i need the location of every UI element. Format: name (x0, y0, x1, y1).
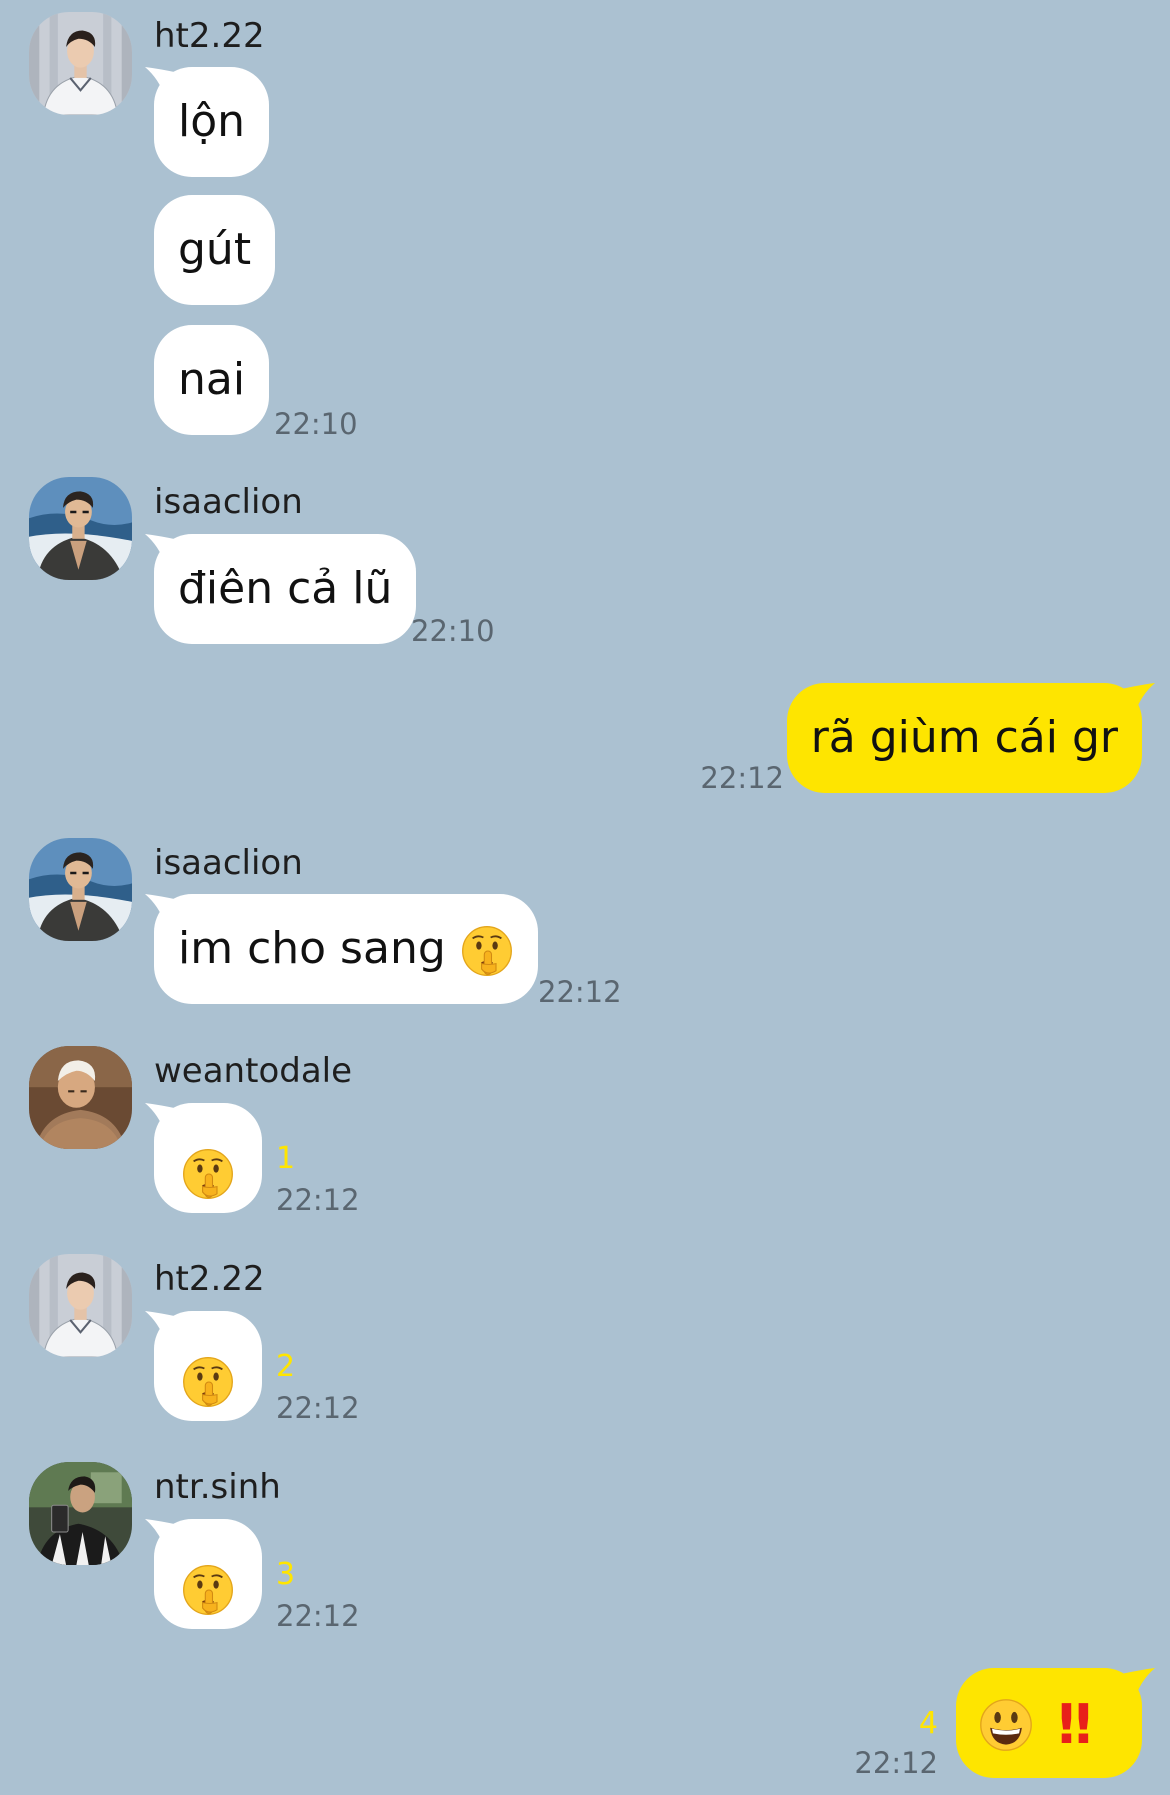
message-time: 22:12 (538, 975, 622, 1009)
message-bubble[interactable]: im cho sang (154, 894, 538, 1004)
avatar[interactable] (29, 1046, 132, 1149)
message-bubble[interactable] (154, 1519, 262, 1629)
message-bubble[interactable] (154, 1311, 262, 1421)
shushing-face-icon (460, 924, 514, 978)
sender-name: ht2.22 (154, 16, 265, 56)
message-bubble[interactable]: lộn (154, 67, 270, 177)
message-bubble-outgoing[interactable]: rã giùm cái gr (786, 683, 1142, 793)
avatar[interactable] (29, 1462, 132, 1565)
avatar-photo (29, 1462, 132, 1565)
unread-count: 3 (276, 1557, 296, 1592)
message-time: 22:12 (854, 1746, 938, 1780)
avatar-photo (29, 12, 132, 115)
avatar-photo (29, 1254, 132, 1357)
message-text: im cho sang (178, 923, 446, 974)
unread-count: 2 (276, 1349, 296, 1384)
avatar-photo (29, 477, 132, 580)
avatar-photo (29, 838, 132, 941)
message-bubble[interactable] (154, 1103, 262, 1213)
unread-count: 1 (276, 1141, 296, 1176)
message-time: 22:12 (276, 1599, 360, 1633)
message-bubble[interactable]: nai (154, 325, 270, 435)
sender-name: weantodale (154, 1051, 353, 1091)
shushing-face-icon (181, 1147, 235, 1201)
sender-name: ht2.22 (154, 1259, 265, 1299)
sender-name: ntr.sinh (154, 1467, 281, 1507)
message-bubble-outgoing[interactable]: ‼ (956, 1668, 1142, 1778)
avatar[interactable] (29, 12, 132, 115)
message-time: 22:10 (411, 614, 495, 648)
avatar[interactable] (29, 838, 132, 941)
sender-name: isaaclion (154, 482, 303, 522)
message-time: 22:12 (276, 1183, 360, 1217)
avatar[interactable] (29, 1254, 132, 1357)
message-bubble[interactable]: gút (154, 195, 276, 305)
sender-name: isaaclion (154, 843, 303, 883)
avatar[interactable] (29, 477, 132, 580)
grinning-face-icon (978, 1697, 1034, 1753)
unread-count: 4 (918, 1706, 938, 1741)
double-exclamation-icon: ‼ (1058, 1693, 1092, 1756)
message-time: 22:12 (700, 761, 784, 795)
message-bubble[interactable]: điên cả lũ (154, 534, 417, 644)
message-time: 22:12 (276, 1391, 360, 1425)
message-time: 22:10 (274, 407, 358, 441)
shushing-face-icon (181, 1355, 235, 1409)
shushing-face-icon (181, 1563, 235, 1617)
avatar-photo (29, 1046, 132, 1149)
